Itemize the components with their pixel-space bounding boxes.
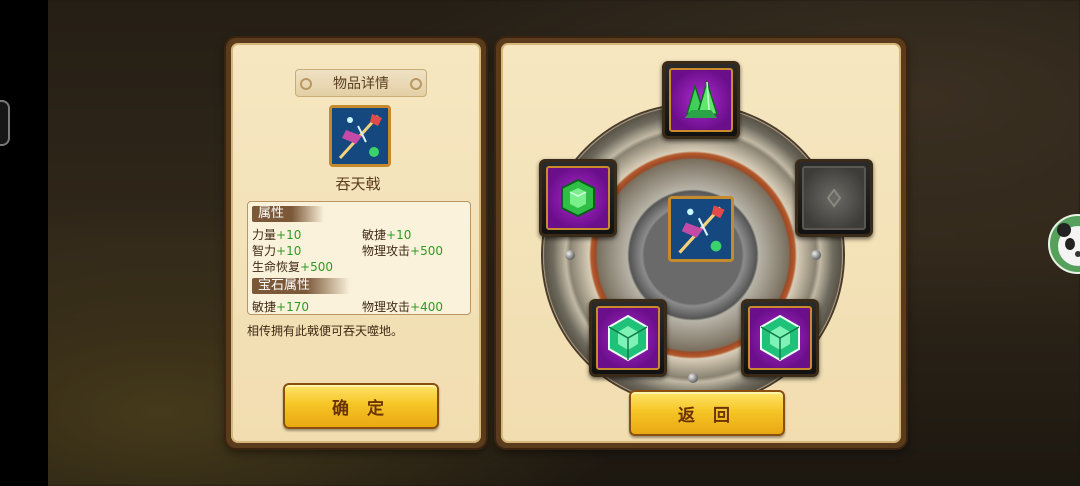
item-detail-panel: 物品详情 吞天戟 属性 力量+10 敏捷+10 智力+10 物理攻击+500 生… [226, 38, 486, 448]
panel-title: 物品详情 [295, 69, 427, 97]
gem-slot-left[interactable] [539, 159, 617, 237]
green-hexagon-gem-icon [760, 314, 800, 362]
gem-slot-bottom-left[interactable] [589, 299, 667, 377]
empty-slot-icon [826, 188, 842, 208]
attribute-line: 智力+10 [252, 244, 302, 258]
item-description: 相传拥有此戟便可吞天噬地。 [247, 324, 404, 338]
panel-title-text: 物品详情 [333, 76, 389, 92]
gem-slot-top[interactable] [662, 61, 740, 139]
gem-attribute-line: 物理攻击+400 [362, 300, 443, 314]
green-square-gem-icon [561, 178, 595, 218]
attribute-line: 物理攻击+500 [362, 244, 443, 258]
attribute-line: 敏捷+10 [362, 228, 412, 242]
gem-slot-bottom-right[interactable] [741, 299, 819, 377]
disc-bolt [688, 373, 698, 383]
green-crystal-cluster-icon [685, 79, 718, 118]
disc-bolt [565, 250, 575, 260]
green-hexagon-gem-icon [608, 314, 648, 362]
attribute-line: 生命恢复+500 [252, 260, 333, 274]
attribute-box: 属性 力量+10 敏捷+10 智力+10 物理攻击+500 生命恢复+500 宝… [247, 201, 471, 315]
attributes-heading: 属性 [252, 206, 325, 222]
back-button[interactable]: 返 回 [629, 390, 785, 436]
gem-slot-right-empty[interactable] [795, 159, 873, 237]
disc-bolt [811, 250, 821, 260]
attribute-line: 力量+10 [252, 228, 302, 242]
halberd-weapon-icon[interactable] [329, 105, 391, 167]
halberd-weapon-icon[interactable] [668, 196, 734, 262]
gem-socket-panel-body: 返 回 [501, 43, 901, 443]
confirm-button[interactable]: 确 定 [283, 383, 439, 429]
item-name: 吞天戟 [335, 175, 381, 193]
gem-attributes-heading: 宝石属性 [252, 278, 351, 294]
gem-socket-panel: 返 回 [496, 38, 906, 448]
gem-attribute-line: 敏捷+170 [252, 300, 309, 314]
item-detail-panel-body: 物品详情 吞天戟 属性 力量+10 敏捷+10 智力+10 物理攻击+500 生… [231, 43, 481, 443]
